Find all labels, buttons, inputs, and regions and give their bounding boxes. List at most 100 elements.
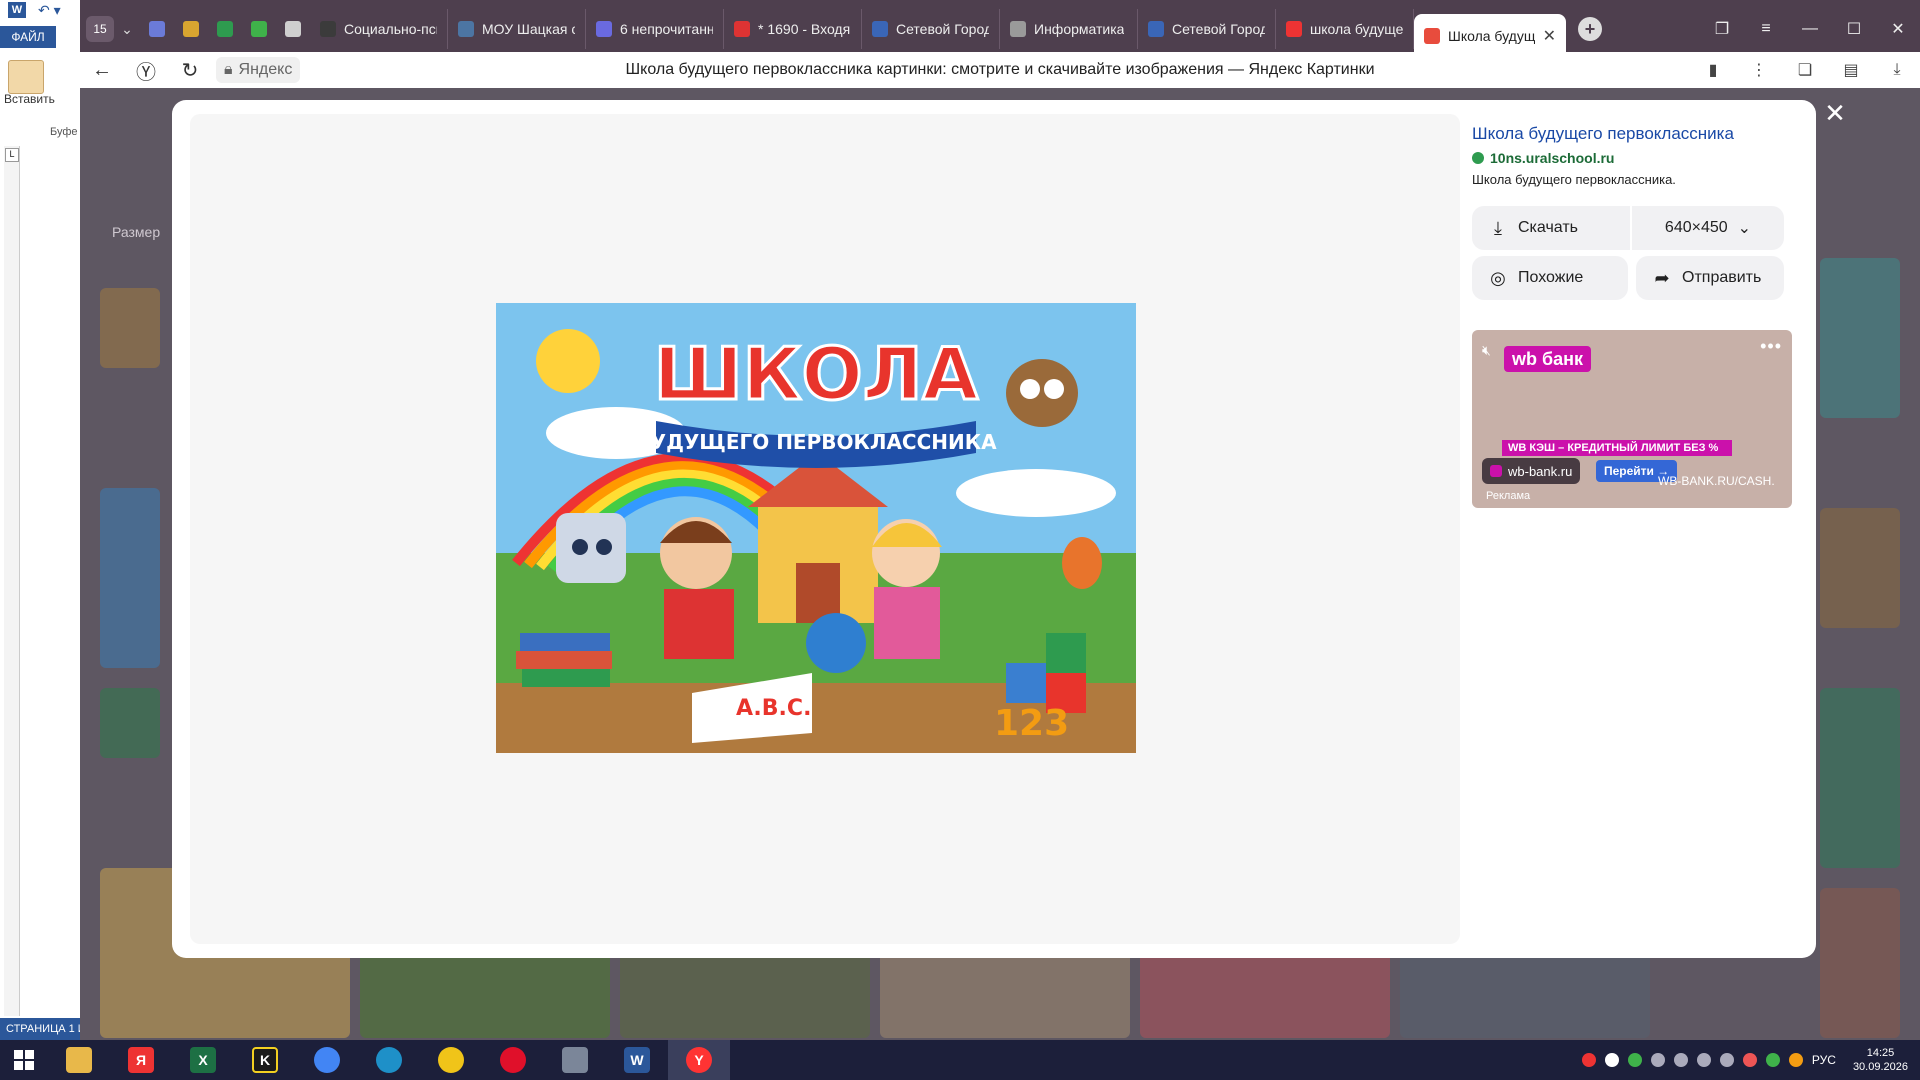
- clock[interactable]: 14:25 30.09.2026: [1853, 1046, 1908, 1074]
- taskbar-app-yandex[interactable]: Я: [110, 1040, 172, 1080]
- tray-network-icon[interactable]: [1650, 1053, 1665, 1067]
- result-thumbnail[interactable]: [100, 288, 160, 368]
- tab-title: Социально-пси: [344, 21, 437, 37]
- download-icon: ⤓: [1494, 217, 1502, 238]
- language-indicator[interactable]: РУС: [1812, 1053, 1836, 1067]
- paste-icon[interactable]: [8, 60, 44, 94]
- paste-label[interactable]: Вставить: [4, 92, 55, 106]
- taskbar-app-chrome[interactable]: [296, 1040, 358, 1080]
- source-domain-link[interactable]: 10ns.uralschool.ru: [1472, 150, 1614, 166]
- result-thumbnail[interactable]: [1820, 258, 1900, 418]
- tray-update-icon[interactable]: [1627, 1053, 1642, 1067]
- taskbar-app-excel[interactable]: X: [172, 1040, 234, 1080]
- maximize-icon[interactable]: ☐: [1832, 0, 1876, 58]
- close-viewer-icon[interactable]: ✕: [1818, 96, 1852, 130]
- taskbar-app-yandex-music[interactable]: [420, 1040, 482, 1080]
- tray-antivirus-icon[interactable]: [1581, 1053, 1596, 1067]
- result-thumbnail[interactable]: [100, 488, 160, 668]
- close-tab-icon[interactable]: ✕: [1543, 26, 1556, 46]
- more-icon[interactable]: ⋮: [1736, 60, 1782, 80]
- undo-icon[interactable]: ↶ ▾: [38, 2, 61, 19]
- browser-tab[interactable]: Социально-пси: [310, 9, 448, 49]
- size-filter[interactable]: Размер: [112, 224, 160, 240]
- tray-bluetooth-icon[interactable]: [1696, 1053, 1711, 1067]
- browser-tab[interactable]: МОУ Шацкая ср: [448, 9, 586, 49]
- wb-favicon-icon: [1490, 465, 1502, 477]
- yandex-home-icon[interactable]: Ⓨ: [124, 52, 168, 88]
- mute-icon[interactable]: 🔇︎: [1482, 342, 1491, 359]
- tab-title: Сетевой Город: [896, 21, 989, 37]
- result-thumbnail[interactable]: [620, 948, 870, 1038]
- browser-tab[interactable]: 6 непрочитанн: [586, 9, 724, 49]
- browser-tab[interactable]: * 1690 - Входящ: [724, 9, 862, 49]
- new-tab-button[interactable]: +: [1578, 17, 1602, 41]
- downloads-icon[interactable]: ⤓: [1874, 61, 1920, 79]
- size-select[interactable]: 640×450 ⌄: [1632, 206, 1784, 250]
- taskbar-app-word[interactable]: W: [606, 1040, 668, 1080]
- preview-image[interactable]: ШКОЛА БУДУЩЕГО ПЕРВОКЛАССНИКА A.B.C. 123: [496, 303, 1136, 753]
- more-icon[interactable]: •••: [1760, 336, 1782, 357]
- pinned-tab[interactable]: [208, 0, 242, 58]
- tray-battery-icon[interactable]: [1719, 1053, 1734, 1067]
- ad-brand-logo: wb банк: [1504, 346, 1592, 372]
- taskbar-app-kaspersky[interactable]: K: [234, 1040, 296, 1080]
- result-thumbnail[interactable]: [1400, 948, 1650, 1038]
- word-file-tab[interactable]: ФАЙЛ: [0, 26, 56, 48]
- share-button[interactable]: ➦ Отправить: [1636, 256, 1784, 300]
- taskbar-app-other[interactable]: [544, 1040, 606, 1080]
- tray-shield-icon[interactable]: [1765, 1053, 1780, 1067]
- tray-flag-icon[interactable]: [1742, 1053, 1757, 1067]
- menu-icon[interactable]: ≡: [1744, 0, 1788, 58]
- result-thumbnail[interactable]: [1820, 888, 1900, 1038]
- tab-counter[interactable]: 15: [86, 16, 114, 42]
- result-thumbnail[interactable]: [360, 948, 610, 1038]
- back-icon[interactable]: ←: [80, 52, 124, 88]
- tray-volume-icon[interactable]: [1673, 1053, 1688, 1067]
- taskbar-app-explorer[interactable]: [48, 1040, 110, 1080]
- browser-tab[interactable]: Сетевой Город: [862, 9, 1000, 49]
- pinned-tab[interactable]: [276, 0, 310, 58]
- taskbar-app-yandex-browser[interactable]: Y: [668, 1040, 730, 1080]
- site-chip[interactable]: 🔒︎ Яндекс: [216, 57, 301, 83]
- browser-tab[interactable]: Информатика: [1000, 9, 1138, 49]
- preview-subtitle: БУДУЩЕГО ПЕРВОКЛАССНИКА: [635, 430, 997, 454]
- tray-app-icon[interactable]: [1788, 1053, 1803, 1067]
- tray-yandex-icon[interactable]: [1604, 1053, 1619, 1067]
- ad-site-chip[interactable]: wb-bank.ru: [1482, 458, 1581, 484]
- close-window-icon[interactable]: ✕: [1876, 0, 1920, 58]
- pinned-tab[interactable]: [174, 0, 208, 58]
- browser-tab[interactable]: Сетевой Город: [1138, 9, 1276, 49]
- similar-button[interactable]: ◎ Похожие: [1472, 256, 1628, 300]
- tab-title: 6 непрочитанн: [620, 21, 713, 37]
- tab-selector[interactable]: L: [5, 148, 19, 162]
- reload-icon[interactable]: ↻: [168, 52, 212, 88]
- pinned-tab[interactable]: [140, 0, 174, 58]
- minimize-icon[interactable]: —: [1788, 0, 1832, 58]
- taskbar: Я X K W Y РУС 14:25 30.09.2026: [0, 1040, 1920, 1080]
- tab-favicon-icon: [1424, 28, 1440, 44]
- browser-tab[interactable]: школа будущег: [1276, 9, 1414, 49]
- opera-icon: [500, 1047, 526, 1073]
- taskbar-app-opera[interactable]: [482, 1040, 544, 1080]
- bookmark-icon[interactable]: ▮: [1690, 60, 1736, 80]
- page-title[interactable]: Школа будущего первоклассника картинки: …: [80, 61, 1920, 79]
- taskbar-app-edge[interactable]: [358, 1040, 420, 1080]
- download-button[interactable]: ⤓ Скачать: [1472, 206, 1630, 250]
- pinned-tab[interactable]: [242, 0, 276, 58]
- extensions-icon[interactable]: ▤: [1828, 60, 1874, 80]
- source-domain: 10ns.uralschool.ru: [1490, 150, 1615, 166]
- start-button[interactable]: [0, 1040, 48, 1080]
- result-thumbnail[interactable]: [100, 688, 160, 758]
- ad-banner[interactable]: 🔇︎ wb банк ••• WB КЭШ – КРЕДИТНЫЙ ЛИМИТ …: [1472, 330, 1792, 508]
- collections-icon[interactable]: ❏: [1782, 60, 1828, 80]
- result-thumbnail[interactable]: [880, 948, 1130, 1038]
- result-thumbnail[interactable]: [1140, 948, 1390, 1038]
- image-title-link[interactable]: Школа будущего первоклассника: [1472, 124, 1734, 144]
- tab-favicon-icon: [596, 21, 612, 37]
- result-thumbnail[interactable]: [1820, 508, 1900, 628]
- bookmarks-icon[interactable]: ❐: [1700, 0, 1744, 58]
- tabs-list-chevron-icon[interactable]: ⌄: [114, 16, 140, 42]
- system-tray: РУС 14:25 30.09.2026: [1581, 1046, 1920, 1074]
- tab-title: Информатика: [1034, 21, 1125, 37]
- result-thumbnail[interactable]: [1820, 688, 1900, 868]
